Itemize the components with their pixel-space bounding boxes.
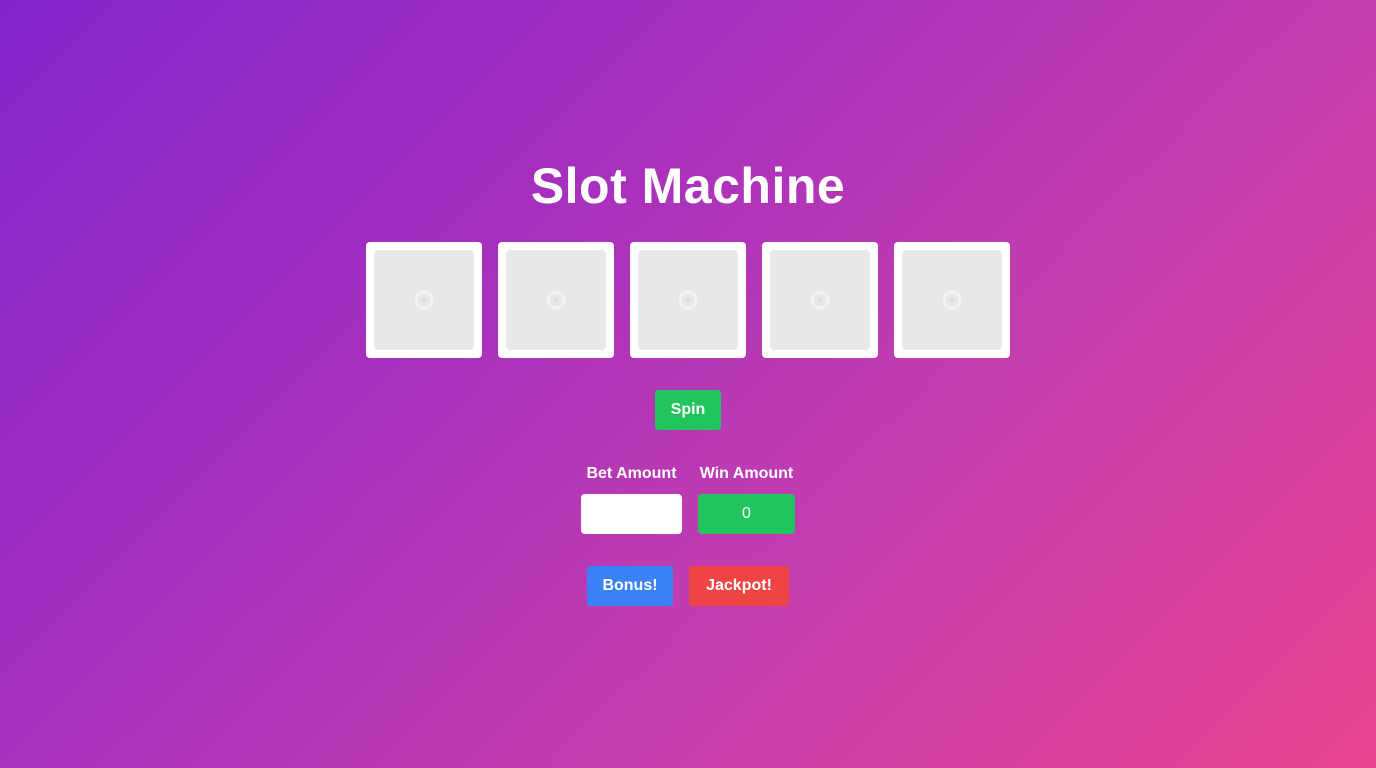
- reel-window: [506, 250, 606, 350]
- loading-spinner-icon: [941, 289, 963, 311]
- spin-button[interactable]: Spin: [655, 390, 721, 430]
- reel-1: [366, 242, 482, 358]
- bet-amount-label: Bet Amount: [586, 465, 677, 482]
- reel-window: [638, 250, 738, 350]
- page-title: Slot Machine: [530, 158, 846, 214]
- win-amount-display: 0: [698, 494, 795, 534]
- loading-spinner-icon: [677, 289, 699, 311]
- bet-amount-input[interactable]: [581, 494, 682, 534]
- reel-window: [902, 250, 1002, 350]
- bonus-button[interactable]: Bonus!: [587, 566, 673, 606]
- loading-spinner-icon: [413, 289, 435, 311]
- reel-4: [762, 242, 878, 358]
- jackpot-button[interactable]: Jackpot!: [689, 566, 789, 606]
- reel-2: [498, 242, 614, 358]
- reel-window: [374, 250, 474, 350]
- loading-spinner-icon: [545, 289, 567, 311]
- reel-5: [894, 242, 1010, 358]
- reels-row: [366, 242, 1010, 358]
- loading-spinner-icon: [809, 289, 831, 311]
- reel-3: [630, 242, 746, 358]
- reel-window: [770, 250, 870, 350]
- win-amount-label: Win Amount: [699, 465, 794, 482]
